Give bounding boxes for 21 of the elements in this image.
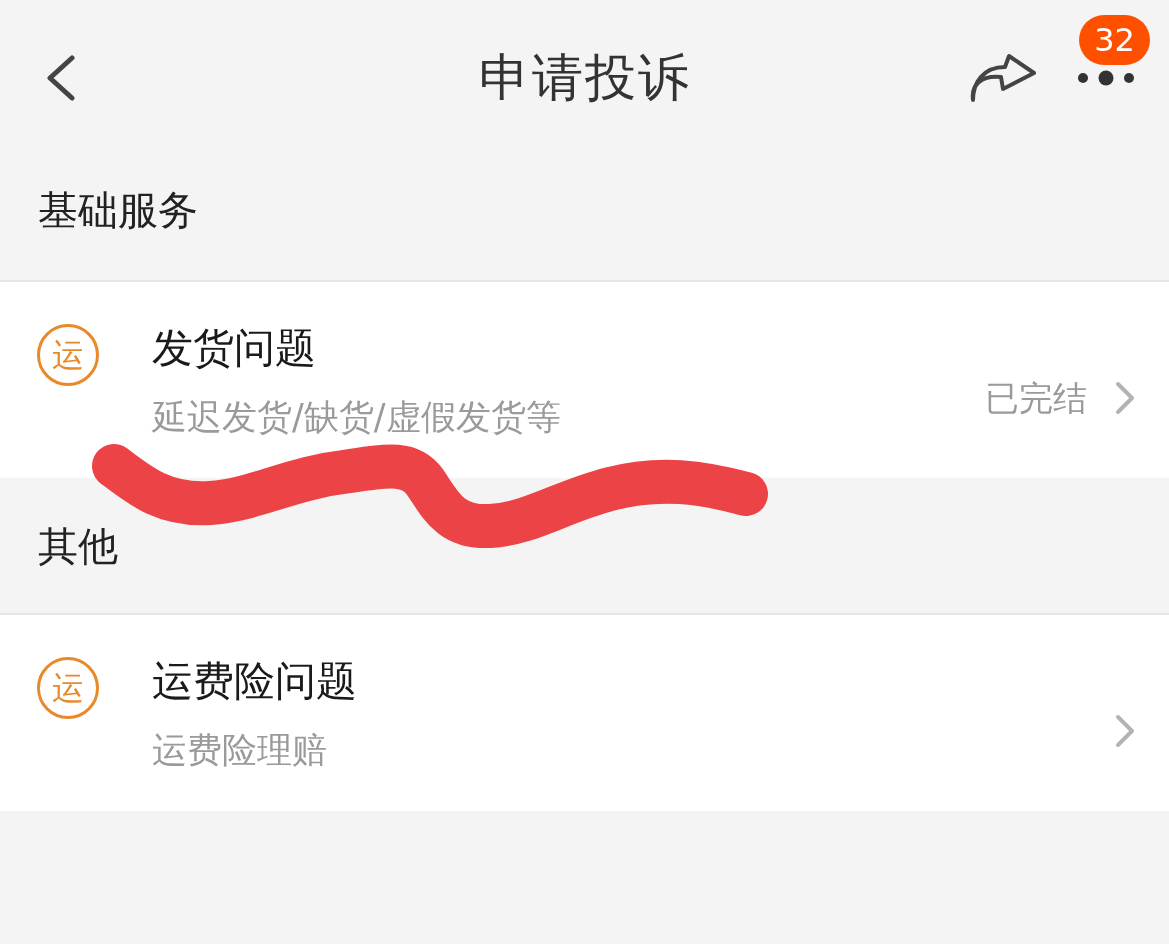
item-title: 发货问题 [152,324,316,372]
list-item[interactable]: 运 运费险问题 运费险理赔 [0,613,1169,811]
page-title: 申请投诉 [478,48,691,108]
notification-badge: 32 [1079,15,1150,65]
section-heading: 基础服务 [38,186,198,234]
back-icon [44,55,76,101]
more-button[interactable] [1077,70,1135,86]
category-icon: 运 [37,657,99,719]
chevron-right-icon [1115,714,1135,748]
share-icon [969,53,1037,103]
category-icon: 运 [37,324,99,386]
list-item[interactable]: 运 发货问题 延迟发货/缺货/虚假发货等 已完结 [0,280,1169,478]
section-heading: 其他 [38,521,118,570]
item-title: 运费险问题 [152,657,357,705]
chevron-right-icon [1115,381,1135,415]
back-button[interactable] [44,54,78,102]
item-subtitle: 运费险理赔 [152,729,327,771]
item-subtitle: 延迟发货/缺货/虚假发货等 [152,396,561,438]
more-dots-icon [1077,70,1135,86]
share-button[interactable] [969,53,1037,103]
status-label: 已完结 [985,378,1087,418]
